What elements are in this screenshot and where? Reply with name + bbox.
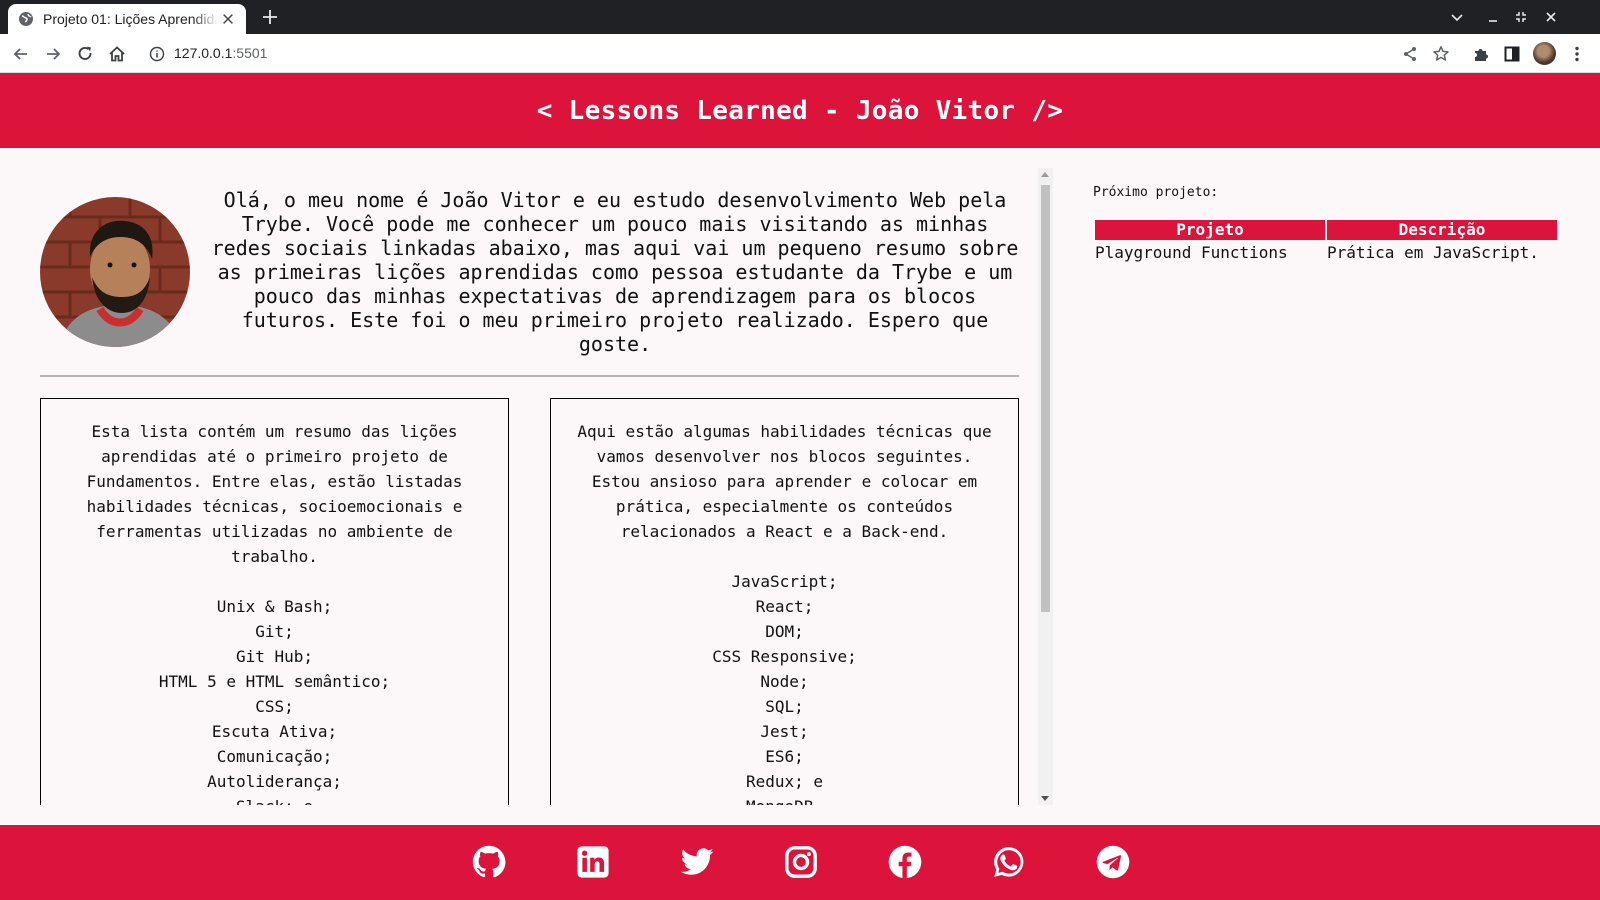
list-item: Redux; e — [745, 772, 824, 791]
list-item: HTML 5 e HTML semântico; — [158, 672, 391, 691]
table-row: Playground Functions Prática em JavaScri… — [1095, 242, 1557, 263]
instagram-icon[interactable] — [784, 845, 818, 879]
site-footer — [0, 825, 1600, 900]
intro-text: Olá, o meu nome é João Vitor e eu estudo… — [211, 188, 1019, 356]
address-bar[interactable]: 127.0.0.1:5501 — [174, 45, 267, 61]
url-host: 127.0.0.1 — [174, 45, 233, 61]
profile-avatar[interactable] — [1533, 42, 1556, 65]
divider — [40, 375, 1019, 377]
tab-title: Projeto 01: Lições Aprendidas — [43, 11, 218, 27]
skills-card: Aqui estão algumas habilidades técnicas … — [550, 398, 1019, 805]
scroll-up-arrow-icon[interactable] — [1041, 172, 1049, 177]
list-item: CSS; — [255, 697, 294, 716]
list-item: DOM; — [765, 622, 804, 641]
browser-tab-strip: Projeto 01: Lições Aprendidas — [0, 0, 1600, 34]
menu-icon[interactable] — [1567, 44, 1587, 64]
close-icon[interactable] — [220, 11, 236, 27]
list-item: Comunicação; — [216, 747, 333, 766]
list-item: Slack; e — [63, 794, 486, 805]
reload-icon[interactable] — [75, 44, 95, 64]
table-header-descricao: Descrição — [1327, 220, 1557, 240]
browser-tab[interactable]: Projeto 01: Lições Aprendidas — [8, 4, 246, 34]
url-port: :5501 — [232, 45, 268, 61]
list-item: MongoDB. — [573, 794, 996, 805]
back-icon[interactable] — [11, 44, 31, 64]
whatsapp-icon[interactable] — [992, 845, 1026, 879]
telegram-icon[interactable] — [1096, 845, 1130, 879]
list-item: Escuta Ativa; — [211, 722, 338, 741]
lessons-list: Unix & Bash; Git; Git Hub; HTML 5 e HTML… — [63, 594, 486, 805]
home-icon[interactable] — [107, 44, 127, 64]
profile-photo — [40, 197, 190, 347]
list-item: React; — [755, 597, 814, 616]
browser-toolbar: 127.0.0.1:5501 — [0, 34, 1600, 73]
scroll-thumb[interactable] — [1041, 185, 1050, 612]
skills-description: Aqui estão algumas habilidades técnicas … — [577, 422, 992, 541]
github-icon[interactable] — [472, 845, 506, 879]
next-project-label: Próximo projeto: — [1093, 185, 1219, 200]
main-scrollbar[interactable] — [1038, 168, 1053, 805]
next-project-aside: Próximo projeto: Projeto Descrição Playg… — [1093, 185, 1563, 265]
list-item: ES6; — [765, 747, 804, 766]
main-content: Olá, o meu nome é João Vitor e eu estudo… — [0, 168, 1053, 805]
side-panel-icon[interactable] — [1502, 44, 1522, 64]
info-icon[interactable] — [149, 46, 165, 62]
table-cell-project: Playground Functions — [1095, 243, 1288, 262]
list-item: Node; — [760, 672, 809, 691]
list-item: Git; — [255, 622, 294, 641]
star-icon[interactable] — [1431, 44, 1451, 64]
restore-icon[interactable] — [1513, 9, 1529, 25]
forward-icon[interactable] — [43, 44, 63, 64]
twitter-icon[interactable] — [680, 845, 714, 879]
lessons-card: Esta lista contém um resumo das lições a… — [40, 398, 509, 805]
scroll-down-arrow-icon[interactable] — [1041, 796, 1049, 801]
table-header-projeto: Projeto — [1095, 220, 1325, 240]
close-window-icon[interactable] — [1543, 9, 1559, 25]
share-icon[interactable] — [1400, 44, 1420, 64]
list-item: CSS Responsive; — [712, 647, 857, 666]
extensions-icon[interactable] — [1471, 44, 1491, 64]
plus-icon[interactable] — [260, 7, 280, 27]
globe-icon — [18, 11, 34, 27]
site-header: < Lessons Learned - João Vitor /> — [0, 73, 1600, 148]
next-project-table: Projeto Descrição Playground Functions P… — [1093, 218, 1559, 265]
list-item: Unix & Bash; — [216, 597, 333, 616]
table-cell-description: Prática em JavaScript. — [1327, 243, 1539, 262]
skills-list: JavaScript; React; DOM; CSS Responsive; … — [573, 569, 996, 805]
list-item: JavaScript; — [731, 572, 838, 591]
minimize-icon[interactable] — [1485, 9, 1501, 25]
list-item: Autoliderança; — [207, 772, 342, 791]
linkedin-icon[interactable] — [576, 845, 610, 879]
page-title: < Lessons Learned - João Vitor /> — [536, 95, 1064, 126]
lessons-description: Esta lista contém um resumo das lições a… — [86, 422, 463, 566]
list-item: Jest; — [760, 722, 809, 741]
list-item: SQL; — [765, 697, 804, 716]
facebook-icon[interactable] — [888, 845, 922, 879]
chevron-down-icon[interactable] — [1449, 9, 1465, 25]
list-item: Git Hub; — [235, 647, 314, 666]
